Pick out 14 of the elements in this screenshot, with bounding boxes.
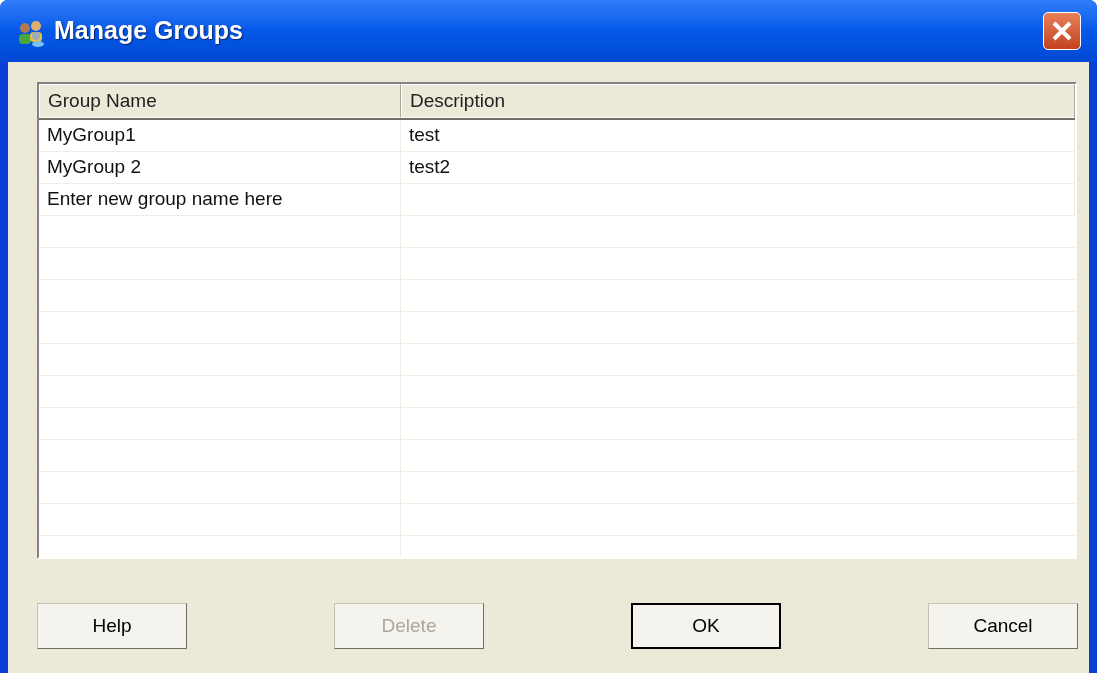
dialog-button[interactable]: OK xyxy=(631,603,781,649)
table-cell-text: MyGroup 2 xyxy=(47,155,141,180)
dialog-button[interactable]: Cancel xyxy=(928,603,1078,649)
column-header[interactable]: Description xyxy=(401,84,1075,118)
close-icon xyxy=(1051,20,1073,42)
table-cell-text: test xyxy=(409,123,440,148)
table-cell-text: test2 xyxy=(409,155,451,180)
table-cell-text: Enter new group name here xyxy=(47,187,283,212)
dialog-button[interactable]: Help xyxy=(37,603,187,649)
close-button[interactable] xyxy=(1043,12,1081,50)
table-cell-text: MyGroup1 xyxy=(47,123,136,148)
window-title: Manage Groups xyxy=(54,15,243,47)
column-header[interactable]: Group Name xyxy=(39,84,401,118)
people-icon xyxy=(16,18,46,48)
